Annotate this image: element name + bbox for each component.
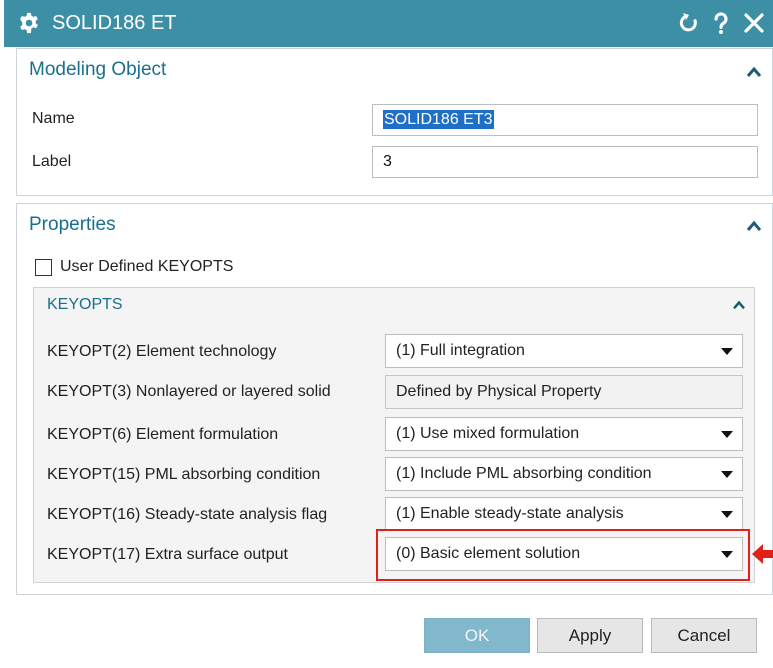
user-defined-keyopts-checkbox[interactable]: [35, 259, 52, 276]
keyopt-2-dropdown[interactable]: (1) Full integration: [385, 334, 743, 368]
keyopt-6-label: KEYOPT(6) Element formulation: [47, 426, 279, 443]
name-input[interactable]: SOLID186 ET3: [372, 104, 758, 136]
keyopt-15-value: (1) Include PML absorbing condition: [396, 465, 652, 482]
reset-icon[interactable]: [677, 10, 701, 36]
keyopt-16-value: (1) Enable steady-state analysis: [396, 505, 624, 522]
gear-icon: [20, 12, 38, 34]
keyopt-6-value: (1) Use mixed formulation: [396, 425, 580, 442]
keyopt-16-dropdown[interactable]: (1) Enable steady-state analysis: [385, 497, 743, 531]
user-defined-keyopts-label: User Defined KEYOPTS: [60, 258, 234, 275]
keyopt-17-label: KEYOPT(17) Extra surface output: [47, 546, 288, 563]
modeling-object-section: Modeling Object Name SOLID186 ET3 Label …: [16, 48, 773, 196]
keyopt-16-label: KEYOPT(16) Steady-state analysis flag: [47, 506, 328, 523]
keyopt-6-dropdown[interactable]: (1) Use mixed formulation: [385, 417, 743, 451]
chevron-up-icon[interactable]: [746, 220, 762, 232]
ok-button[interactable]: OK: [424, 618, 530, 653]
chevron-down-icon: [721, 431, 733, 438]
name-input-value: SOLID186 ET3: [383, 110, 494, 129]
keyopts-header[interactable]: KEYOPTS: [47, 296, 123, 314]
keyopt-3-readonly-field: Defined by Physical Property: [385, 375, 743, 409]
annotation-highlight-box: [376, 529, 750, 581]
window-title: SOLID186 ET: [52, 12, 177, 34]
keyopt-3-label: KEYOPT(3) Nonlayered or layered solid: [47, 383, 331, 400]
label-label: Label: [32, 153, 72, 170]
name-label: Name: [32, 110, 75, 127]
chevron-down-icon: [721, 471, 733, 478]
apply-button[interactable]: Apply: [537, 618, 643, 653]
close-icon[interactable]: [742, 10, 766, 36]
keyopt-3-value: Defined by Physical Property: [396, 383, 602, 400]
label-input[interactable]: 3: [372, 146, 758, 178]
chevron-up-icon[interactable]: [746, 66, 762, 78]
title-bar: SOLID186 ET: [4, 0, 773, 47]
keyopt-15-label: KEYOPT(15) PML absorbing condition: [47, 466, 321, 483]
chevron-down-icon: [721, 511, 733, 518]
keyopt-15-dropdown[interactable]: (1) Include PML absorbing condition: [385, 457, 743, 491]
help-icon[interactable]: [709, 10, 733, 36]
modeling-object-header[interactable]: Modeling Object: [29, 59, 166, 81]
cancel-button[interactable]: Cancel: [651, 618, 757, 653]
chevron-up-icon[interactable]: [732, 300, 746, 310]
arrow-left-icon: [752, 544, 773, 564]
keyopt-2-label: KEYOPT(2) Element technology: [47, 343, 277, 360]
chevron-down-icon: [721, 348, 733, 355]
keyopt-2-value: (1) Full integration: [396, 342, 525, 359]
properties-header[interactable]: Properties: [29, 214, 116, 236]
